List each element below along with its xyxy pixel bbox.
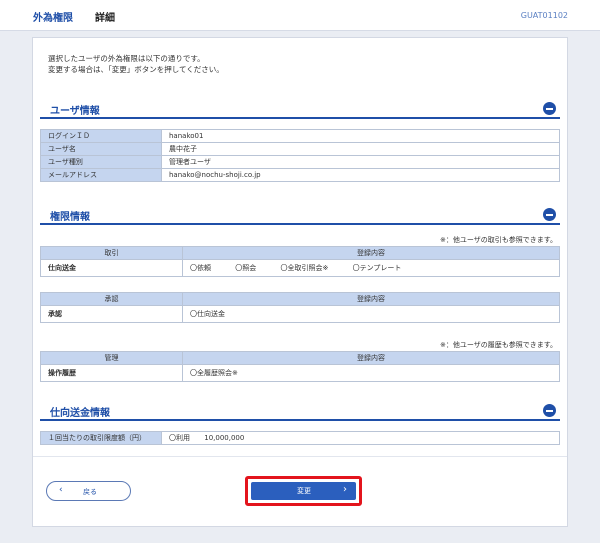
back-button-label: 戻る [83, 488, 97, 496]
approval-col-header: 承認 [40, 292, 183, 306]
change-button[interactable]: 変更 › [251, 482, 356, 500]
table-header-row: 承認 登録内容 [40, 292, 560, 306]
user-info-table: ログインＩＤ hanako01 ユーザ名 農中花子 ユーザ種別 管理者ユーザ メ… [40, 129, 560, 182]
management-col-header: 管理 [40, 351, 183, 365]
operation-history-options: 〇全履歴照会※ [182, 364, 560, 382]
minus-circle-icon[interactable] [543, 102, 556, 115]
page-subtitle: 詳細 [95, 13, 115, 24]
table-header-row: 管理 登録内容 [40, 351, 560, 365]
permissions-note-history: ※：他ユーザの履歴も参照できます。 [439, 341, 557, 349]
remittance-title: 仕向送金情報 [50, 408, 110, 419]
table-row: ログインＩＤ hanako01 [40, 129, 560, 143]
intro-line-2: 変更する場合は、「変更」ボタンを押してください。 [48, 65, 224, 74]
remittance-table: １回当たりの取引限度額（円） 〇利用 10,000,000 [40, 431, 560, 445]
login-id-value: hanako01 [161, 129, 560, 143]
content-col-header: 登録内容 [182, 246, 560, 260]
management-permission-table: 管理 登録内容 操作履歴 〇全履歴照会※ [40, 351, 560, 382]
page-title: 外為権限 [33, 13, 73, 24]
limit-amount: 10,000,000 [204, 434, 245, 442]
remittance-row-label: 仕向送金 [40, 259, 183, 277]
approval-permission-table: 承認 登録内容 承認 〇仕向送金 [40, 292, 560, 323]
permissions-note-transactions: ※：他ユーザの取引も参照できます。 [439, 236, 557, 244]
table-row: メールアドレス hanako@nochu-shoji.co.jp [40, 168, 560, 182]
table-row: ユーザ名 農中花子 [40, 142, 560, 156]
table-header-row: 取引 登録内容 [40, 246, 560, 260]
login-id-label: ログインＩＤ [40, 129, 162, 143]
option-all-inquiry: 〇全取引照会※ [280, 264, 329, 272]
minus-circle-icon[interactable] [543, 404, 556, 417]
chevron-left-icon: ‹ [59, 485, 63, 495]
approval-row-label: 承認 [40, 305, 183, 323]
option-remittance: 〇仕向送金 [190, 310, 225, 318]
change-button-highlight: 変更 › [245, 476, 362, 506]
chevron-right-icon: › [343, 484, 347, 495]
table-row: １回当たりの取引限度額（円） 〇利用 10,000,000 [40, 431, 560, 445]
user-type-label: ユーザ種別 [40, 155, 162, 169]
table-row: ユーザ種別 管理者ユーザ [40, 155, 560, 169]
user-info-title: ユーザ情報 [50, 106, 100, 117]
option-all-history: 〇全履歴照会※ [190, 369, 238, 377]
section-divider [40, 419, 560, 421]
section-divider [40, 117, 560, 119]
table-row: 操作履歴 〇全履歴照会※ [40, 364, 560, 382]
option-request: 〇依頼 [190, 264, 211, 272]
option-inquiry: 〇照会 [235, 264, 257, 272]
permissions-title: 権限情報 [50, 212, 90, 223]
page-header: 外為権限 詳細 GUAT01102 [0, 0, 600, 31]
option-template: 〇テンプレート [352, 264, 402, 272]
email-value: hanako@nochu-shoji.co.jp [161, 168, 560, 182]
content-col-header: 登録内容 [182, 351, 560, 365]
email-label: メールアドレス [40, 168, 162, 182]
section-divider [40, 223, 560, 225]
change-button-label: 変更 [297, 487, 311, 495]
intro-line-1: 選択したユーザの外為権限は以下の通りです。 [48, 54, 205, 63]
transaction-limit-label: １回当たりの取引限度額（円） [40, 431, 162, 445]
main-panel: 選択したユーザの外為権限は以下の通りです。 変更する場合は、「変更」ボタンを押し… [32, 37, 568, 527]
user-name-value: 農中花子 [161, 142, 560, 156]
remittance-header: 仕向送金情報 [40, 401, 560, 421]
transaction-limit-value: 〇利用 10,000,000 [161, 431, 560, 445]
approval-options: 〇仕向送金 [182, 305, 560, 323]
operation-history-label: 操作履歴 [40, 364, 183, 382]
screen-id: GUAT01102 [520, 11, 568, 20]
permissions-header: 権限情報 [40, 205, 560, 225]
transaction-col-header: 取引 [40, 246, 183, 260]
minus-circle-icon[interactable] [543, 208, 556, 221]
divider [33, 456, 567, 457]
user-type-value: 管理者ユーザ [161, 155, 560, 169]
user-info-header: ユーザ情報 [40, 99, 560, 119]
usage-option: 〇利用 [169, 434, 190, 442]
content-col-header: 登録内容 [182, 292, 560, 306]
table-row: 仕向送金 〇依頼 〇照会 〇全取引照会※ 〇テンプレート [40, 259, 560, 277]
transaction-permission-table: 取引 登録内容 仕向送金 〇依頼 〇照会 〇全取引照会※ 〇テンプレート [40, 246, 560, 277]
intro-text: 選択したユーザの外為権限は以下の通りです。 変更する場合は、「変更」ボタンを押し… [48, 53, 224, 75]
table-row: 承認 〇仕向送金 [40, 305, 560, 323]
remittance-options: 〇依頼 〇照会 〇全取引照会※ 〇テンプレート [182, 259, 560, 277]
user-name-label: ユーザ名 [40, 142, 162, 156]
back-button[interactable]: ‹ 戻る [46, 481, 131, 501]
